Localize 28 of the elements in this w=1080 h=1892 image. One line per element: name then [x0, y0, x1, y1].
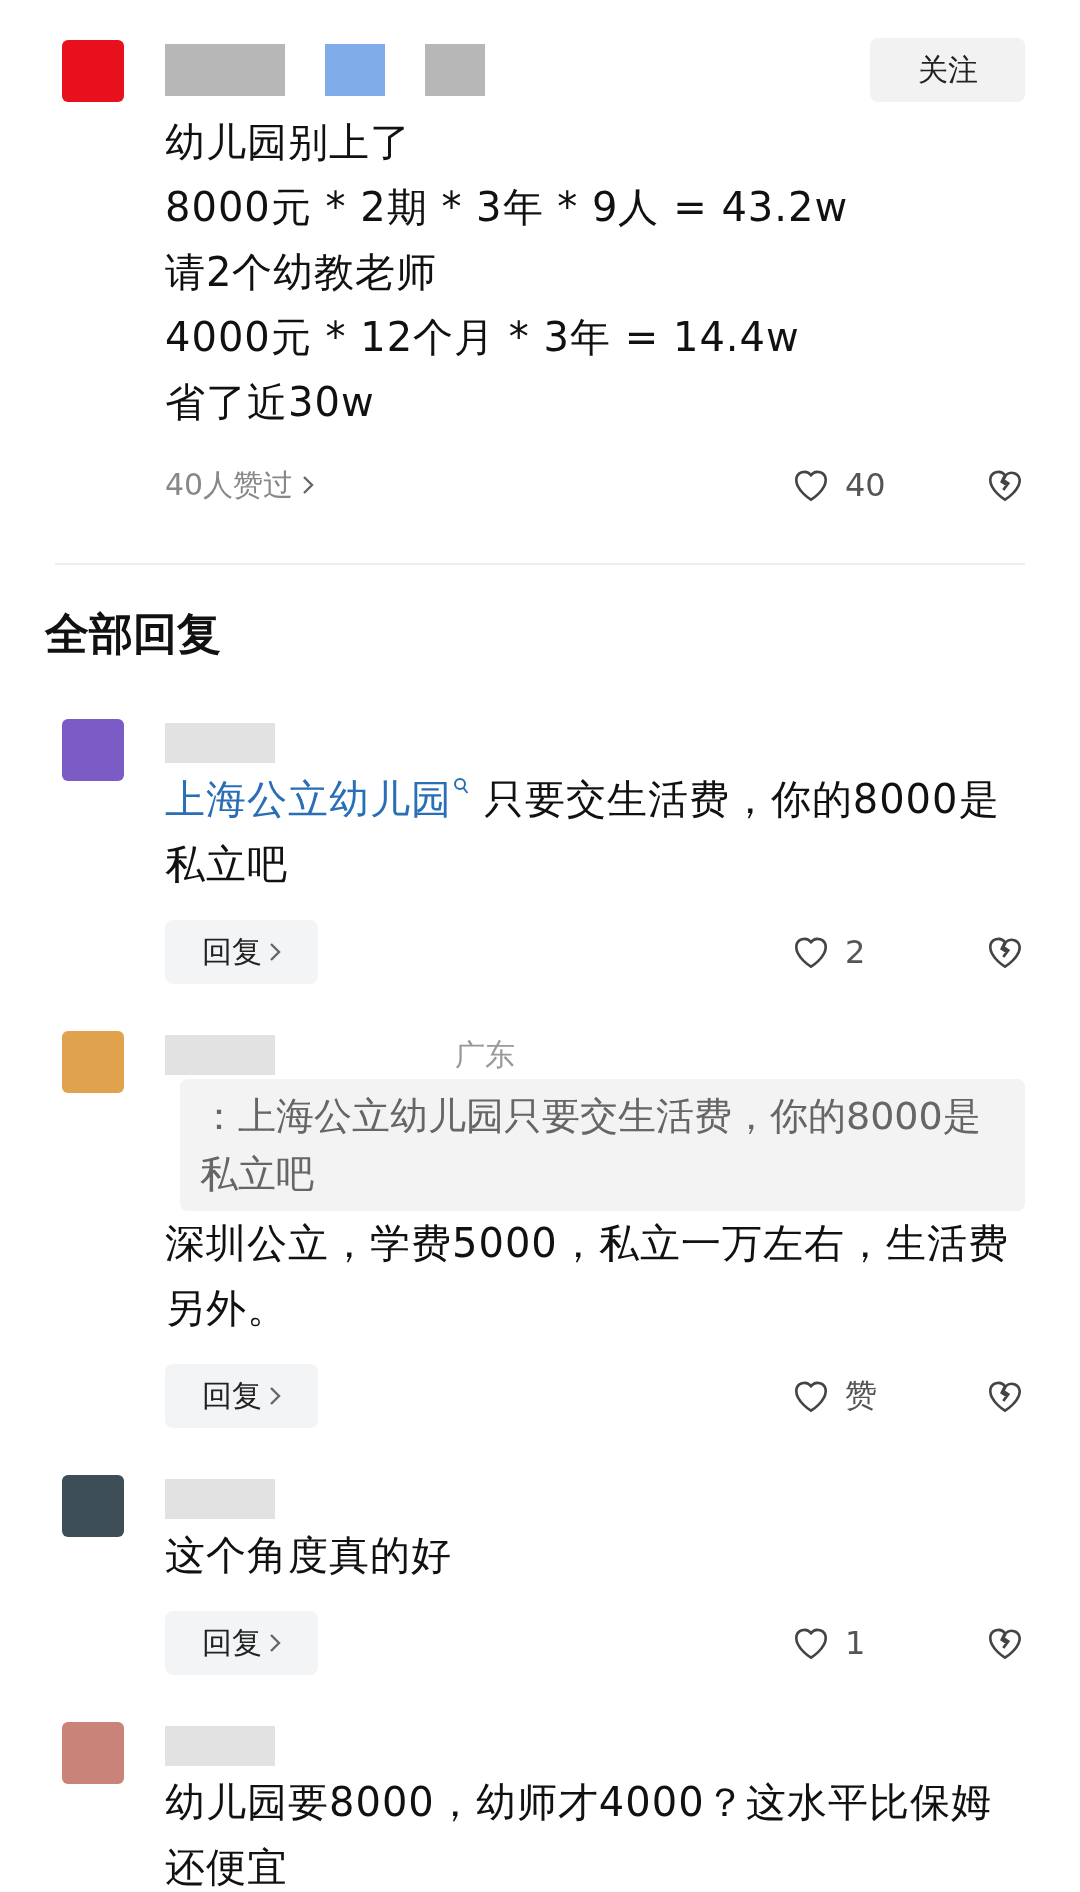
comment-text: 这个角度真的好	[165, 1531, 453, 1580]
comment-text: 8000元 * 2期 * 3年 * 9人 = 43.2w	[165, 183, 850, 232]
comment-text: 深圳公立，学费5000，私立一万左右，生活费另外。	[165, 1219, 1010, 1333]
chevron-right-icon	[267, 1632, 282, 1654]
like-count: 1	[845, 1624, 867, 1662]
chevron-right-icon	[301, 474, 316, 496]
reply-button[interactable]: 回复	[165, 1611, 318, 1675]
reply-button[interactable]: 回复	[165, 920, 318, 984]
comment-text: 请2个幼教老师	[165, 248, 439, 297]
like-count: 赞	[845, 1375, 878, 1416]
like-count: 2	[845, 933, 867, 971]
quoted-comment: ：上海公立幼儿园只要交生活费，你的8000是私立吧	[180, 1079, 1025, 1211]
comment-meta: 广东	[455, 1035, 515, 1074]
likers-link[interactable]: 40人赞过	[165, 464, 316, 506]
chevron-right-icon	[267, 1385, 282, 1407]
comment-text: 省了近30w	[165, 378, 376, 427]
blurred-name	[425, 44, 485, 96]
section-title: 全部回复	[44, 607, 222, 661]
comment-text: 幼儿园要8000，幼师才4000？这水平比保姆还便宜	[165, 1778, 993, 1892]
follow-button[interactable]: 关注	[870, 38, 1025, 102]
comment-text: 上海公立幼儿园 只要交生活费，你的8000是私立吧	[165, 775, 1001, 889]
like-count: 40	[845, 466, 887, 504]
chevron-right-icon	[267, 941, 282, 963]
comment-text: 幼儿园别上了	[165, 118, 412, 167]
blurred-name	[325, 44, 385, 96]
search-link[interactable]: 上海公立幼儿园	[165, 776, 470, 822]
comment-text: 4000元 * 12个月 * 3年 = 14.4w	[165, 313, 801, 362]
reply-button[interactable]: 回复	[165, 1364, 318, 1428]
